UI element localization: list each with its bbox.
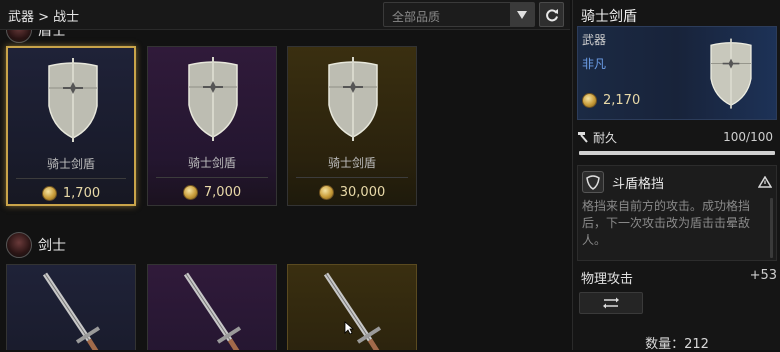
price-value: 7,000 (203, 185, 242, 200)
shield-icon (188, 57, 238, 141)
item-card-knight-shield-blue[interactable]: 骑士剑盾 1,700 (6, 46, 136, 206)
shield-icon (328, 57, 378, 141)
durability-value: 100/100 (723, 130, 773, 144)
top-bar: 武器 > 战士 全部品质 (0, 0, 570, 30)
detail-item-rarity: 非凡 (582, 57, 607, 71)
sword-icon (183, 272, 242, 350)
quantity-label: 数量：212 (645, 337, 709, 352)
durability-row: 耐久 100/100 (577, 128, 777, 146)
durability-label: 耐久 (593, 130, 618, 145)
price-value: 30,000 (339, 185, 386, 200)
skill-scrollbar[interactable] (770, 198, 773, 258)
quality-filter-select[interactable]: 全部品质 (383, 2, 535, 27)
compare-arrows-icon (603, 297, 619, 309)
category-avatar-icon (6, 232, 32, 258)
coin-icon (318, 185, 334, 200)
detail-item-box: 武器 非凡 2,170 (577, 26, 777, 120)
divider (156, 177, 268, 178)
item-card-sword-gold[interactable] (287, 264, 417, 350)
refresh-button[interactable] (539, 2, 564, 27)
category-header-swordsman: 剑士 (0, 230, 560, 260)
item-price: 7,000 (148, 185, 276, 200)
coin-icon (41, 186, 57, 201)
item-card-knight-shield-purple[interactable]: 骑士剑盾 7,000 (147, 46, 277, 206)
shield-block-skill-icon (582, 171, 604, 193)
divider (296, 177, 408, 178)
item-price: 1,700 (8, 186, 134, 201)
detail-item-price: 2,170 (582, 93, 640, 108)
attack-label: 物理攻击 (581, 272, 634, 287)
mouse-cursor-icon (344, 321, 354, 335)
skill-box: 斗盾格挡 格挡来自前方的攻击。成功格挡后，下一次攻击改为盾击击晕敌人。 (577, 165, 777, 261)
attack-row: 物理攻击 +53 (581, 268, 777, 287)
skill-name: 斗盾格挡 (612, 176, 665, 192)
item-card-sword-blue[interactable] (6, 264, 136, 350)
detail-title: 骑士剑盾 (581, 9, 637, 25)
refresh-icon (545, 8, 558, 21)
divider (16, 178, 126, 179)
item-name: 骑士剑盾 (46, 157, 95, 171)
durability-bar (579, 151, 775, 155)
item-price: 30,000 (288, 185, 416, 200)
sword-icon (323, 272, 382, 350)
sword-icon (42, 272, 101, 350)
category-header-shield: 盾士 (0, 30, 560, 45)
compare-button[interactable] (579, 292, 643, 314)
detail-price-value: 2,170 (603, 93, 641, 108)
skill-description: 格挡来自前方的攻击。成功格挡后，下一次攻击改为盾击击晕敌人。 (582, 199, 751, 247)
item-list[interactable]: 盾士 骑士剑盾 1,700 骑士剑盾 7,000 骑士剑盾 30,000 剑士 (0, 30, 570, 350)
shield-icon (48, 58, 98, 142)
item-card-sword-purple[interactable] (147, 264, 277, 350)
dropdown-arrow-icon[interactable] (510, 3, 534, 26)
coin-icon (582, 93, 597, 108)
quality-filter-value: 全部品质 (392, 10, 441, 24)
coin-icon (182, 185, 198, 200)
item-detail-panel: 骑士剑盾 武器 非凡 2,170 耐久 100/100 斗盾格挡 格挡来自前方的… (572, 0, 780, 352)
item-name: 骑士剑盾 (327, 156, 376, 170)
category-avatar-icon (6, 30, 32, 43)
skill-header: 斗盾格挡 (582, 170, 772, 194)
category-label: 剑士 (38, 238, 66, 254)
item-name: 骑士剑盾 (187, 156, 236, 170)
item-card-knight-shield-gold[interactable]: 骑士剑盾 30,000 (287, 46, 417, 206)
category-label: 盾士 (38, 30, 66, 39)
hammer-icon (578, 132, 588, 143)
detail-item-type: 武器 (582, 33, 607, 47)
breadcrumb[interactable]: 武器 > 战士 (8, 6, 79, 25)
shield-icon (710, 38, 752, 109)
triangle-alert-icon[interactable] (758, 176, 772, 188)
price-value: 1,700 (62, 186, 101, 201)
attack-value: +53 (749, 268, 777, 283)
